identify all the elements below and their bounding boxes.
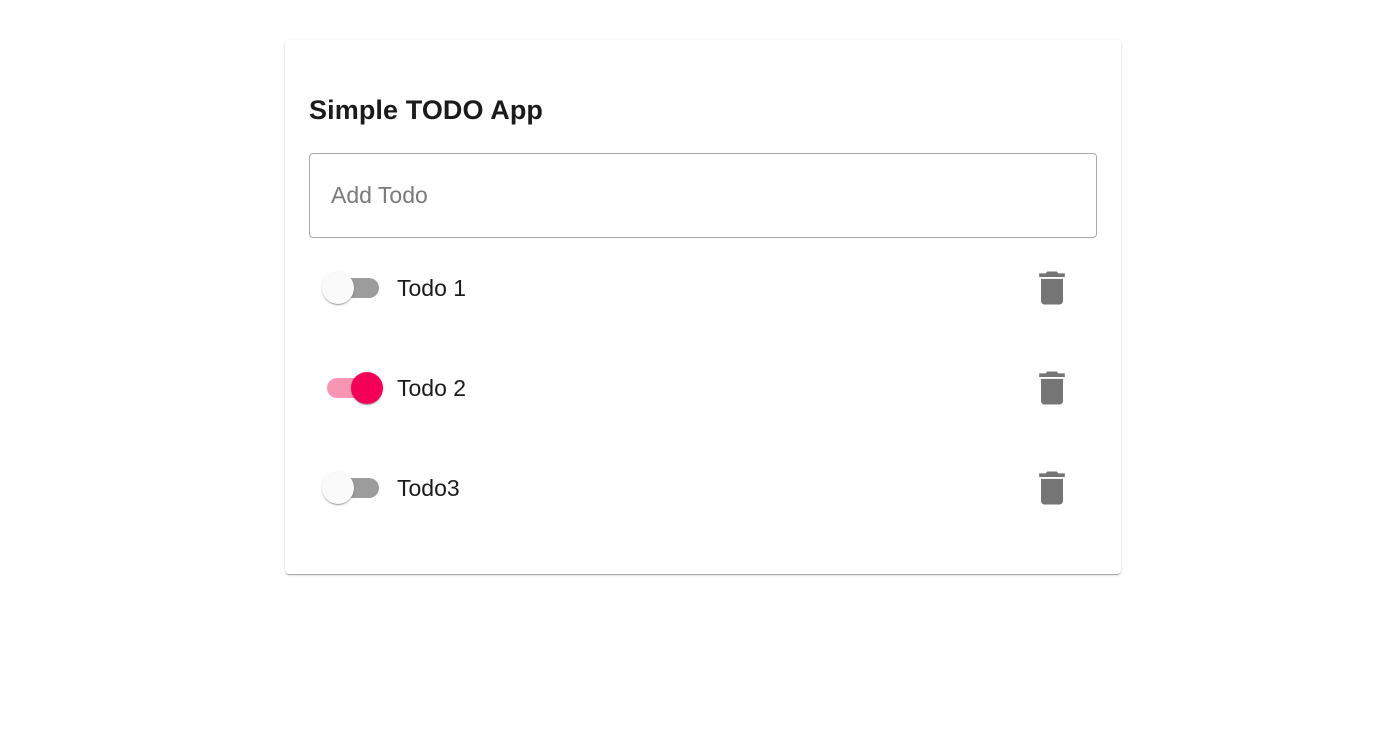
add-todo-input[interactable] [310, 154, 1096, 237]
todo-toggle[interactable] [321, 369, 383, 407]
todo-item: Todo 2 [285, 338, 1121, 438]
add-todo-field[interactable] [309, 153, 1097, 238]
todo-item: Todo 1 [285, 238, 1121, 338]
todo-item: Todo3 [285, 438, 1121, 538]
delete-button[interactable] [1020, 356, 1084, 420]
app-title: Simple TODO App [309, 95, 544, 125]
todo-label: Todo 2 [397, 375, 467, 401]
delete-button[interactable] [1020, 456, 1084, 520]
todo-label: Todo 1 [397, 275, 467, 301]
toggle-thumb [351, 372, 383, 404]
delete-button[interactable] [1020, 256, 1084, 320]
todo-toggle[interactable] [321, 269, 383, 307]
toggle-thumb [322, 272, 354, 304]
todo-label: Todo3 [397, 475, 460, 501]
toggle-thumb [322, 472, 354, 504]
delete-icon [1039, 371, 1065, 405]
todo-card: Simple TODO App Todo 1 Todo 2 [285, 40, 1121, 574]
todo-toggle[interactable] [321, 469, 383, 507]
delete-icon [1039, 471, 1065, 505]
todo-list: Todo 1 Todo 2 Todo3 [285, 238, 1121, 538]
delete-icon [1039, 271, 1065, 305]
